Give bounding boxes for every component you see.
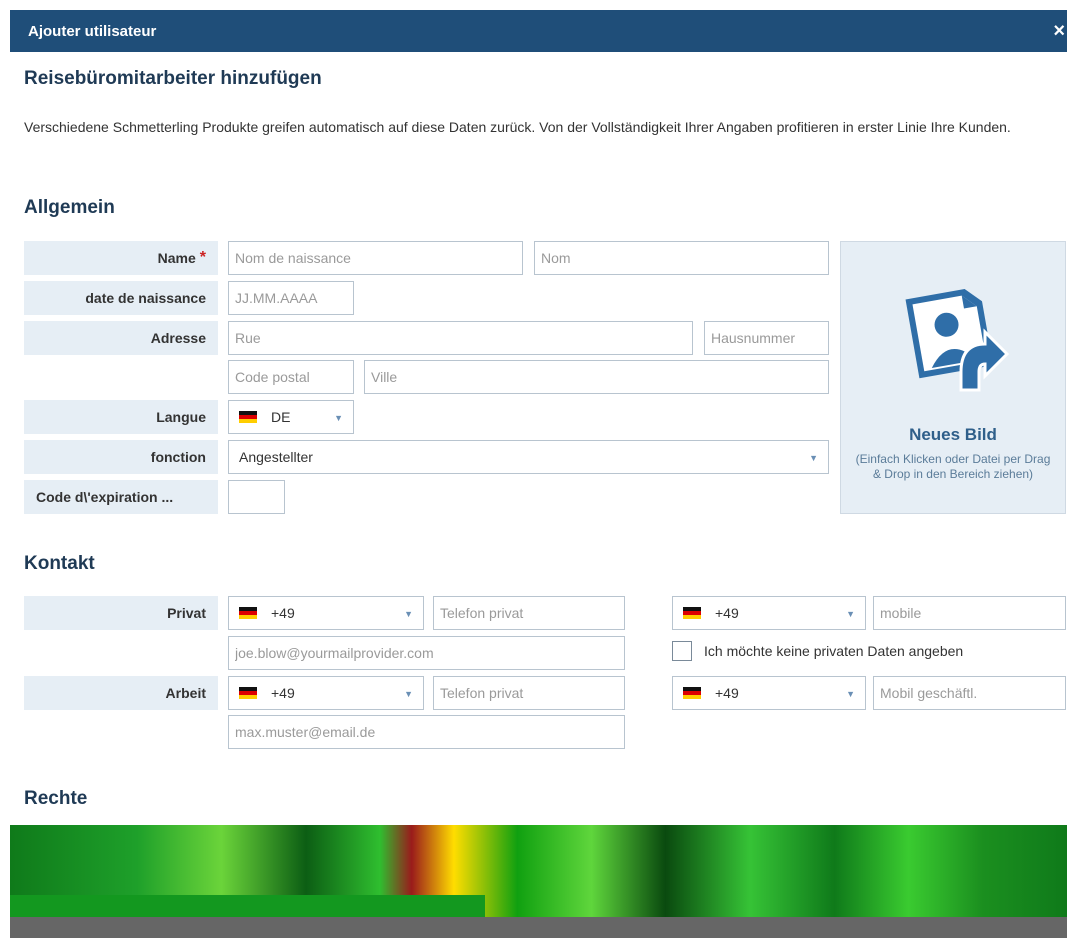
- dialog-titlebar: Ajouter utilisateur ×: [10, 10, 1067, 52]
- dialog-title: Ajouter utilisateur: [28, 22, 157, 40]
- birthdate-input[interactable]: [228, 281, 354, 315]
- work-mobile-code: +49: [715, 685, 739, 701]
- work-mobile-country-select[interactable]: +49 ▼: [672, 676, 866, 710]
- function-select[interactable]: Angestellter ▼: [228, 440, 829, 474]
- work-label-text: Arbeit: [165, 685, 206, 701]
- city-input[interactable]: [364, 360, 829, 394]
- section-contact-title: Kontakt: [24, 553, 95, 574]
- required-mark: *: [199, 249, 206, 266]
- image-upload-icon: [905, 289, 1010, 392]
- upload-title: Neues Bild: [909, 425, 997, 444]
- private-phone-country-select[interactable]: +49 ▼: [228, 596, 424, 630]
- chevron-down-icon: ▼: [404, 689, 413, 699]
- address-label-text: Adresse: [150, 330, 206, 346]
- private-mobile-code: +49: [715, 605, 739, 621]
- section-general-title: Allgemein: [24, 197, 115, 218]
- work-label: Arbeit: [24, 676, 218, 710]
- expiration-input[interactable]: [228, 480, 285, 514]
- postal-code-input[interactable]: [228, 360, 354, 394]
- intro-text: Verschiedene Schmetterling Produkte grei…: [24, 119, 1011, 135]
- german-flag-icon: [683, 687, 701, 699]
- no-private-data-checkbox[interactable]: [672, 641, 692, 661]
- private-mobile-input[interactable]: [873, 596, 1066, 630]
- language-label: Langue: [24, 400, 218, 434]
- function-label-text: fonction: [150, 449, 206, 465]
- expiration-label: Code d\'expiration ...: [24, 480, 218, 514]
- chevron-down-icon: ▼: [334, 413, 343, 423]
- work-email-input[interactable]: [228, 715, 625, 749]
- name-label-text: Name: [157, 250, 196, 266]
- work-phone-code: +49: [271, 685, 295, 701]
- close-icon[interactable]: ×: [1053, 20, 1065, 43]
- private-email-input[interactable]: [228, 636, 625, 670]
- function-value: Angestellter: [239, 449, 313, 465]
- birth-name-input[interactable]: [228, 241, 523, 275]
- private-mobile-country-select[interactable]: +49 ▼: [672, 596, 866, 630]
- upload-hint: (Einfach Klicken oder Datei per Drag & D…: [855, 452, 1051, 481]
- german-flag-icon: [239, 607, 257, 619]
- house-number-input[interactable]: [704, 321, 829, 355]
- language-value: DE: [271, 409, 291, 425]
- section-rights-title: Rechte: [24, 788, 88, 809]
- image-upload-dropzone[interactable]: Neues Bild (Einfach Klicken oder Datei p…: [840, 241, 1066, 514]
- name-input[interactable]: [534, 241, 829, 275]
- page-title: Reisebüromitarbeiter hinzufügen: [24, 68, 322, 89]
- chevron-down-icon: ▼: [404, 609, 413, 619]
- language-select[interactable]: DE ▼: [228, 400, 354, 434]
- corrupted-green-bar: [10, 895, 485, 917]
- private-phone-input[interactable]: [433, 596, 625, 630]
- german-flag-icon: [239, 687, 257, 699]
- address-label: Adresse: [24, 321, 218, 355]
- corrupted-gray-strip: [10, 917, 1067, 938]
- chevron-down-icon: ▼: [846, 609, 855, 619]
- chevron-down-icon: ▼: [846, 689, 855, 699]
- no-private-data-label[interactable]: Ich möchte keine privaten Daten angeben: [704, 643, 963, 659]
- work-phone-input[interactable]: [433, 676, 625, 710]
- birthdate-label: date de naissance: [24, 281, 218, 315]
- work-mobile-input[interactable]: [873, 676, 1066, 710]
- chevron-down-icon: ▼: [809, 453, 818, 463]
- german-flag-icon: [239, 411, 257, 423]
- expiration-label-text: Code d\'expiration ...: [36, 489, 174, 505]
- street-input[interactable]: [228, 321, 693, 355]
- private-label: Privat: [24, 596, 218, 630]
- private-label-text: Privat: [167, 605, 206, 621]
- corrupted-image-region: [10, 825, 1067, 938]
- german-flag-icon: [683, 607, 701, 619]
- name-label: Name *: [24, 241, 218, 275]
- birthdate-label-text: date de naissance: [85, 290, 206, 306]
- private-phone-code: +49: [271, 605, 295, 621]
- function-label: fonction: [24, 440, 218, 474]
- work-phone-country-select[interactable]: +49 ▼: [228, 676, 424, 710]
- language-label-text: Langue: [156, 409, 206, 425]
